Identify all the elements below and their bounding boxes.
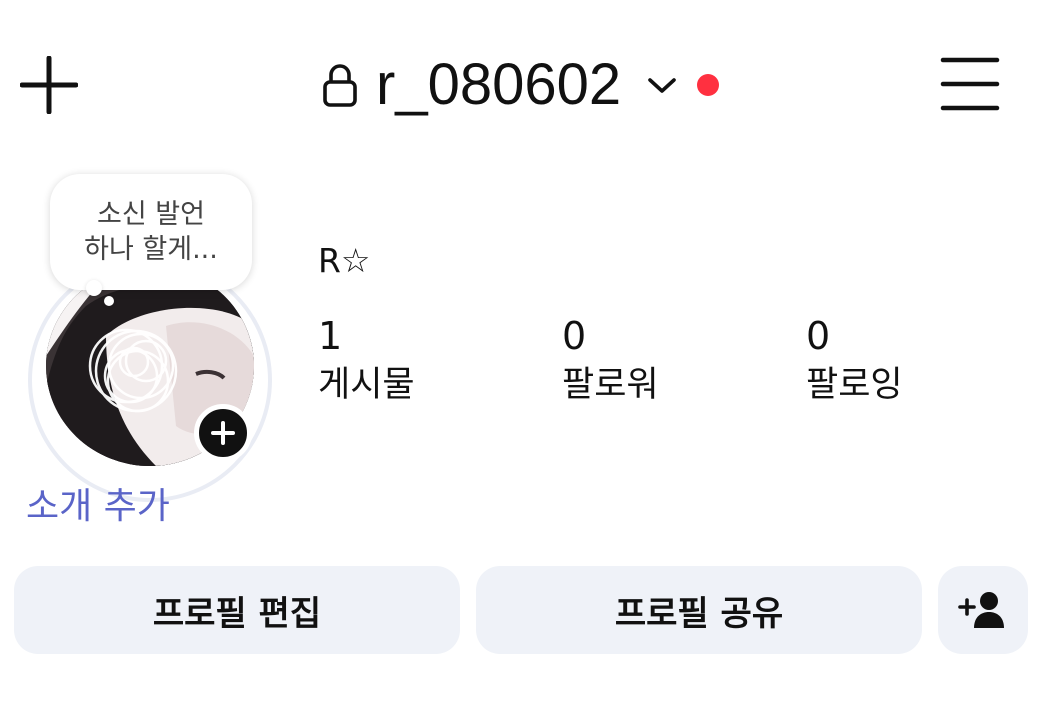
posts-count: 1 — [318, 314, 343, 358]
note-tail — [104, 296, 114, 306]
add-bio-link[interactable]: 소개 추가 — [26, 482, 170, 532]
chevron-down-icon — [648, 78, 676, 93]
plus-icon[interactable] — [20, 56, 78, 114]
followers-label: 팔로워 — [562, 365, 659, 405]
stat-following[interactable]: 0 팔로잉 — [806, 312, 903, 410]
discover-people-button[interactable] — [938, 566, 1028, 654]
plus-icon — [211, 421, 235, 445]
lock-icon — [323, 64, 357, 107]
following-label: 팔로잉 — [806, 365, 903, 405]
profile-page: r_080602 소신 발언 하나 할게... 소개 추가 R☆ 1 게시물 0… — [0, 0, 1060, 706]
display-name: R☆ — [318, 241, 371, 280]
account-switcher[interactable]: r_080602 — [322, 50, 720, 120]
edit-profile-button[interactable]: 프로필 편집 — [14, 566, 460, 654]
stat-followers[interactable]: 0 팔로워 — [562, 312, 659, 410]
note-bubble[interactable]: 소신 발언 하나 할게... — [50, 174, 252, 290]
posts-label: 게시물 — [318, 365, 415, 405]
following-count: 0 — [806, 314, 831, 358]
note-text-line2: 하나 할게... — [84, 234, 218, 265]
stat-posts[interactable]: 1 게시물 — [318, 312, 415, 410]
notification-dot — [697, 74, 720, 96]
followers-count: 0 — [562, 314, 587, 358]
note-tail — [86, 280, 102, 296]
username: r_080602 — [376, 52, 622, 117]
add-person-icon — [958, 592, 1004, 628]
note-text-line1: 소신 발언 — [97, 199, 205, 230]
add-story-button[interactable] — [194, 404, 252, 462]
menu-icon[interactable] — [940, 56, 1000, 112]
share-profile-button[interactable]: 프로필 공유 — [476, 566, 922, 654]
